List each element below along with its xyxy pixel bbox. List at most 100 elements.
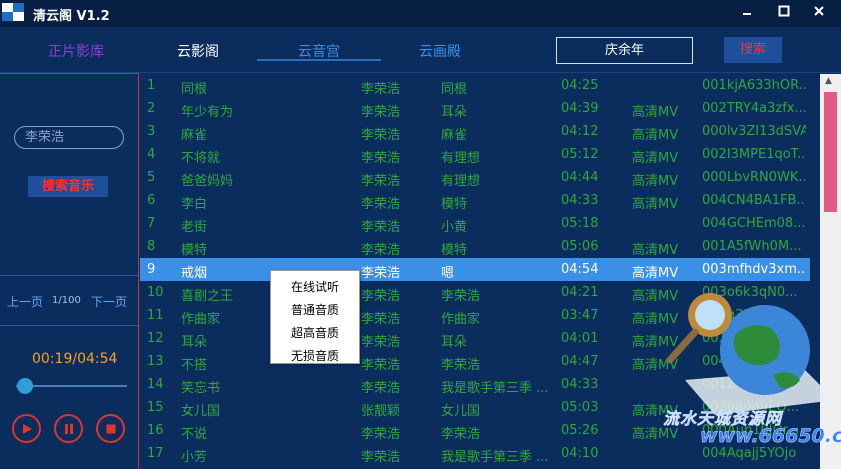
song-title: 不搭 <box>181 358 208 373</box>
pause-button[interactable] <box>54 414 83 443</box>
song-row[interactable]: 1 同根 李荣浩 同根 04:25 001kjA633hOR... <box>140 74 810 97</box>
song-num: 4 <box>147 147 156 162</box>
music-search-input[interactable]: 李荣浩 <box>14 126 124 149</box>
window-title: 清云阁 V1.2 <box>33 9 110 24</box>
close-button[interactable] <box>806 2 832 24</box>
song-num: 16 <box>147 423 164 438</box>
tab-movie-library[interactable]: 正片影库 <box>48 41 104 61</box>
tab-label: 云影阁 <box>177 44 219 60</box>
song-title: 女儿国 <box>181 404 221 419</box>
song-id: 000lv3ZI13dSVA <box>702 124 806 139</box>
song-duration: 04:33 <box>561 193 599 208</box>
song-row[interactable]: 11 作曲家 李荣浩 作曲家 03:47 高清MV 002q3PJAX... <box>140 304 810 327</box>
scrollbar[interactable]: ▲ <box>820 74 841 469</box>
play-icon <box>22 423 32 434</box>
song-title: 同根 <box>181 82 208 97</box>
context-menu-item[interactable]: 超高音质 <box>271 324 359 341</box>
song-title: 耳朵 <box>181 335 208 350</box>
song-artist: 李荣浩 <box>361 427 401 442</box>
song-id: 000LbvRN0WK... <box>702 170 806 185</box>
song-mv: 高清MV <box>632 335 679 350</box>
tab-cloud-music[interactable]: 云音宫 <box>298 41 340 61</box>
context-menu-item[interactable]: 在线试听 <box>271 278 359 295</box>
song-id: 001kjA633hOR... <box>702 78 806 93</box>
song-num: 13 <box>147 354 164 369</box>
song-duration: 05:12 <box>561 147 599 162</box>
tab-cloud-video[interactable]: 云影阁 <box>177 41 219 61</box>
song-title: 麻雀 <box>181 128 208 143</box>
tab-cloud-gallery[interactable]: 云画殿 <box>419 41 461 61</box>
top-search-button[interactable]: 搜索 <box>724 37 782 63</box>
song-artist: 李荣浩 <box>361 266 401 281</box>
maximize-icon <box>778 5 790 17</box>
song-album: 嗯 <box>441 266 455 281</box>
next-page-button[interactable]: 下一页 <box>91 293 127 310</box>
song-row[interactable]: 8 模特 李荣浩 模特 05:06 高清MV 001A5fWh0M... <box>140 235 810 258</box>
song-id: 001UzSk4... <box>702 331 780 346</box>
song-title: 作曲家 <box>181 312 221 327</box>
song-title: 戒烟 <box>181 266 208 281</box>
song-row[interactable]: 13 不搭 李荣浩 李荣浩 04:47 高清MV 004TaqvM... <box>140 350 810 373</box>
song-duration: 04:12 <box>561 124 599 139</box>
top-search-input[interactable]: 庆余年 <box>556 37 693 64</box>
search-music-button[interactable]: 搜索音乐 <box>28 176 108 197</box>
scroll-thumb[interactable] <box>824 92 837 212</box>
minimize-button[interactable] <box>734 2 760 24</box>
song-duration: 05:06 <box>561 239 599 254</box>
song-artist: 李荣浩 <box>361 82 401 97</box>
tab-label: 云画殿 <box>419 44 461 60</box>
song-title: 笑忘书 <box>181 381 221 396</box>
song-album: 有理想 <box>441 151 481 166</box>
song-duration: 04:47 <box>561 354 599 369</box>
song-duration: 04:54 <box>561 262 599 277</box>
watermark-url: www.66650.com <box>700 425 841 448</box>
song-id: 002TRY4a3zfx... <box>702 101 806 116</box>
play-button[interactable] <box>12 414 41 443</box>
song-row[interactable]: 7 老街 李荣浩 小黄 05:18 004GCHEm08... <box>140 212 810 235</box>
song-duration: 04:25 <box>561 78 599 93</box>
song-mv: 高清MV <box>632 312 679 327</box>
song-row[interactable]: 9 戒烟 李荣浩 嗯 04:54 高清MV 003mfhdv3xm... <box>140 258 810 281</box>
scroll-up-icon[interactable]: ▲ <box>825 76 832 86</box>
song-num: 2 <box>147 101 156 116</box>
song-duration: 04:39 <box>561 101 599 116</box>
song-mv: 高清MV <box>632 197 679 212</box>
context-menu-item[interactable]: 无损音质 <box>271 347 359 364</box>
stop-button[interactable] <box>96 414 125 443</box>
divider <box>0 325 138 326</box>
song-artist: 李荣浩 <box>361 128 401 143</box>
song-num: 11 <box>147 308 164 323</box>
song-num: 9 <box>147 262 156 277</box>
song-row[interactable]: 10 喜剧之王 李荣浩 李荣浩 04:21 高清MV 003o6k3qN0... <box>140 281 810 304</box>
song-mv: 高清MV <box>632 174 679 189</box>
song-num: 17 <box>147 446 164 461</box>
song-id: 002I3MPE1qoT... <box>702 147 806 162</box>
song-row[interactable]: 3 麻雀 李荣浩 麻雀 04:12 高清MV 000lv3ZI13dSVA <box>140 120 810 143</box>
song-row[interactable]: 12 耳朵 李荣浩 耳朵 04:01 高清MV 001UzSk4... <box>140 327 810 350</box>
song-row[interactable]: 2 年少有为 李荣浩 耳朵 04:39 高清MV 002TRY4a3zfx... <box>140 97 810 120</box>
song-row[interactable]: 6 李白 李荣浩 模特 04:33 高清MV 004CN4BA1FB... <box>140 189 810 212</box>
song-album: 女儿国 <box>441 404 481 419</box>
song-id: 004Aqajj5YOjo <box>702 446 797 461</box>
song-id: 002q3PJAX... <box>702 308 785 323</box>
song-row[interactable]: 14 笑忘书 李荣浩 我是歌手第三季 ... 04:33 001ZlF... <box>140 373 810 396</box>
progress-slider-handle[interactable] <box>17 378 33 394</box>
song-num: 1 <box>147 78 156 93</box>
song-artist: 李荣浩 <box>361 105 401 120</box>
maximize-button[interactable] <box>771 2 797 24</box>
page-count: 1/100 <box>52 295 81 306</box>
song-album: 麻雀 <box>441 128 468 143</box>
song-row[interactable]: 4 不将就 李荣浩 有理想 05:12 高清MV 002I3MPE1qoT... <box>140 143 810 166</box>
song-artist: 李荣浩 <box>361 243 401 258</box>
active-tab-indicator <box>257 59 381 61</box>
song-row[interactable]: 5 爸爸妈妈 李荣浩 有理想 04:44 高清MV 000LbvRN0WK... <box>140 166 810 189</box>
song-id: 001ZlF... <box>702 377 758 392</box>
song-num: 7 <box>147 216 156 231</box>
prev-page-button[interactable]: 上一页 <box>7 293 43 310</box>
song-num: 5 <box>147 170 156 185</box>
context-menu-item[interactable]: 普通音质 <box>271 301 359 318</box>
song-duration: 03:47 <box>561 308 599 323</box>
song-num: 10 <box>147 285 164 300</box>
stop-icon <box>106 424 115 433</box>
song-title: 喜剧之王 <box>181 289 234 304</box>
